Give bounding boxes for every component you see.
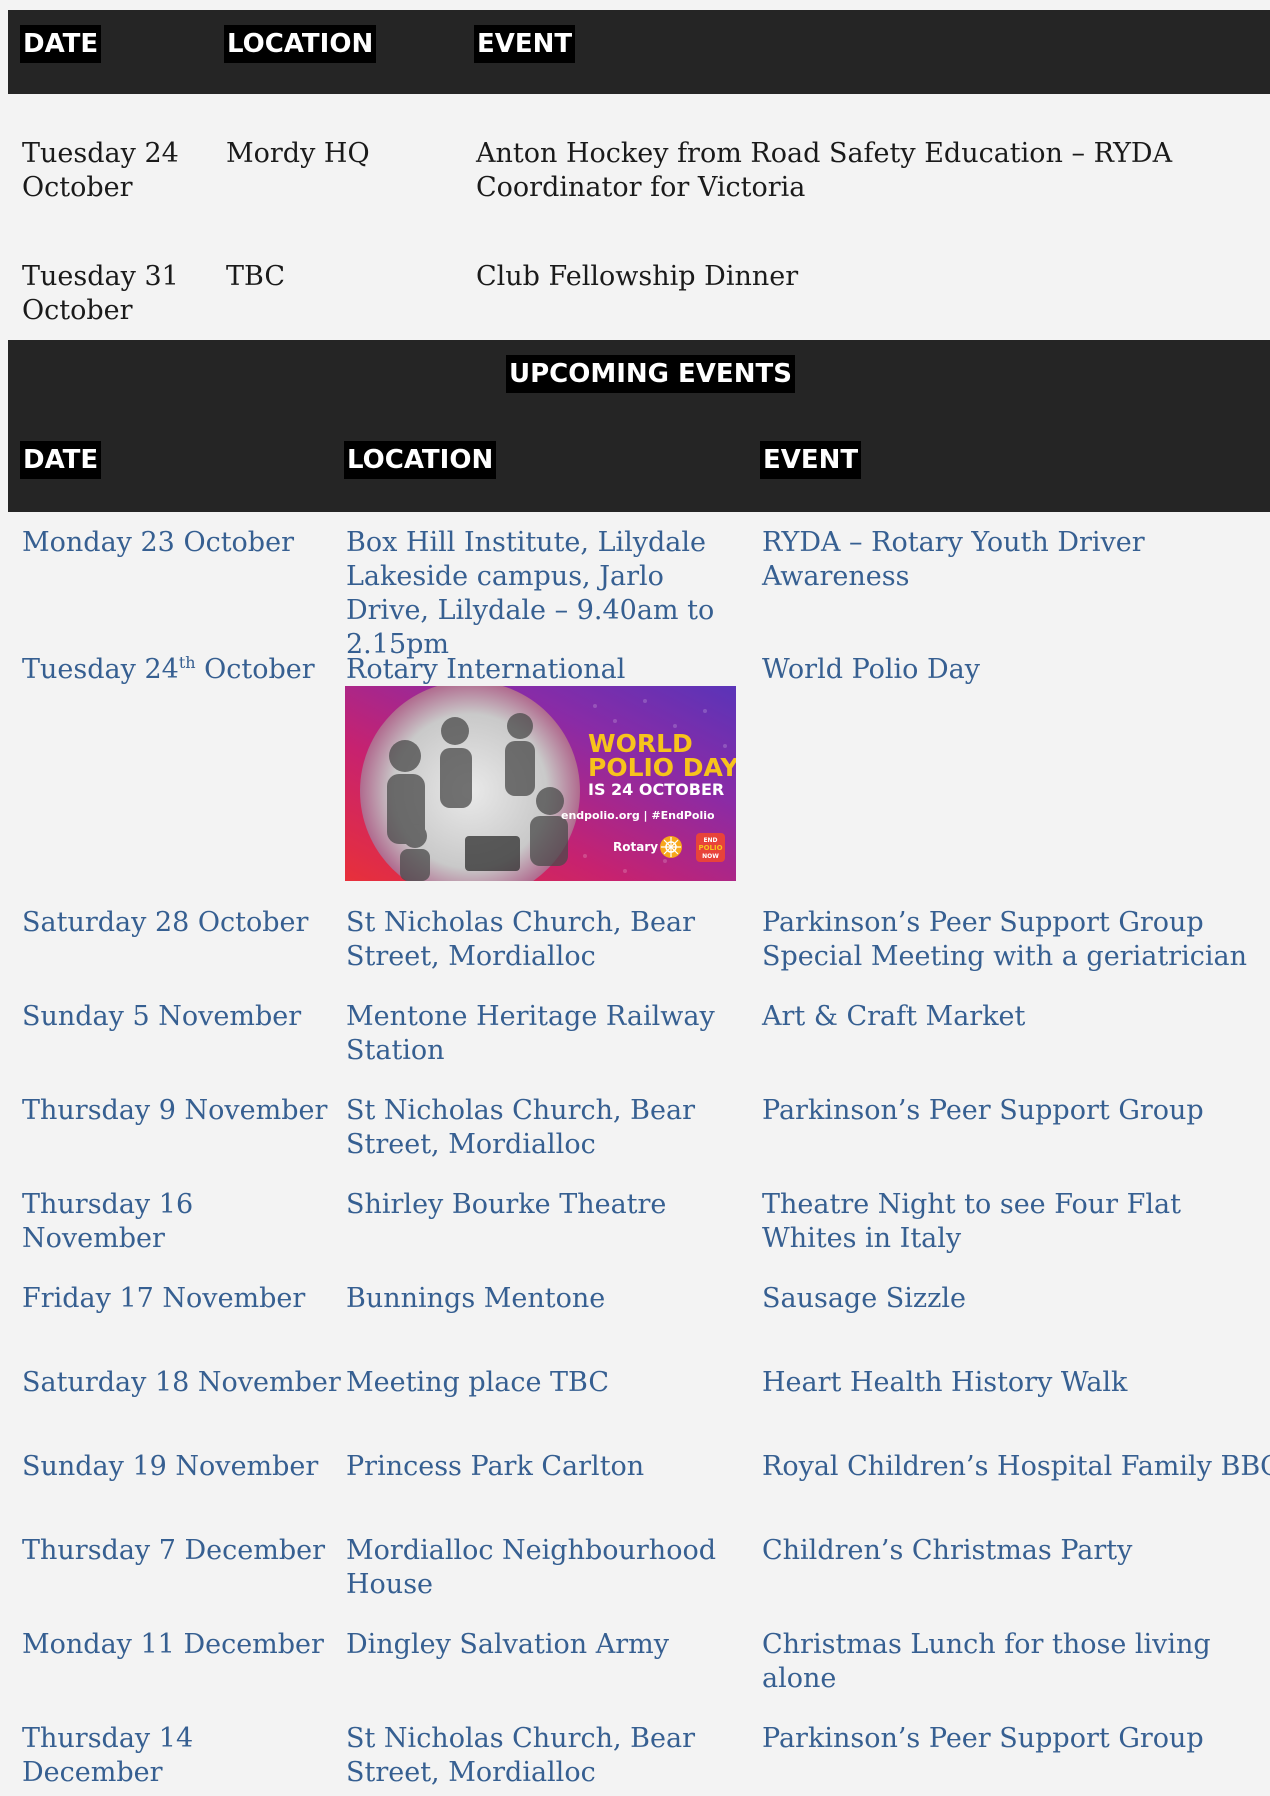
upcoming-row-location: Shirley Bourke Theatre — [346, 1189, 667, 1220]
upcoming-row-location: Mordialloc Neighbourhood House — [346, 1535, 716, 1600]
upcoming-row-event: Theatre Night to see Four Flat Whites in… — [762, 1189, 1181, 1254]
svg-text:POLIO: POLIO — [698, 844, 722, 852]
upcoming-title: UPCOMING EVENTS — [506, 355, 795, 393]
upcoming-row-location: Mentone Heritage Railway Station — [346, 1001, 715, 1066]
program-header-date: DATE — [20, 25, 102, 63]
upcoming-row-date: Thursday 7 December — [22, 1535, 326, 1566]
program-row-event: Anton Hockey from Road Safety Education … — [476, 138, 1173, 203]
world-polio-day-banner: WORLD POLIO DAY IS 24 OCTOBER endpolio.o… — [345, 681, 739, 901]
upcoming-row-event: Sausage Sizzle — [762, 1283, 966, 1314]
upcoming-row-date: Thursday 16 November — [22, 1189, 194, 1254]
upcoming-row-date: Saturday 18 November — [22, 1367, 341, 1398]
upcoming-row-location: Box Hill Institute, Lilydale Lakeside ca… — [346, 527, 715, 660]
program-row-location: Mordy HQ — [226, 138, 370, 169]
upcoming-row-event: World Polio Day — [762, 654, 981, 685]
program-row-event: Club Fellowship Dinner — [476, 261, 799, 292]
upcoming-row-date: Thursday 9 November — [22, 1095, 328, 1126]
upcoming-row-location: St Nicholas Church, Bear Street, Mordial… — [346, 1723, 695, 1788]
upcoming-row-date: Sunday 5 November — [22, 1001, 302, 1032]
polio-headline-3: IS 24 OCTOBER — [588, 780, 724, 799]
polio-headline-2: POLIO DAY — [588, 753, 736, 782]
svg-text:END: END — [703, 837, 717, 844]
upcoming-row-date: Thursday 14 December — [22, 1723, 194, 1788]
upcoming-row-event: Parkinson’s Peer Support Group — [762, 1095, 1204, 1126]
upcoming-row-date: Friday 17 November — [22, 1283, 306, 1314]
upcoming-row-event: Children’s Christmas Party — [762, 1535, 1133, 1566]
program-header-event: EVENT — [474, 25, 576, 63]
upcoming-row-event: Art & Craft Market — [762, 1001, 1026, 1032]
upcoming-row-event: Parkinson’s Peer Support Group — [762, 1723, 1204, 1754]
upcoming-row-event: Heart Health History Walk — [762, 1367, 1128, 1398]
upcoming-row-location: St Nicholas Church, Bear Street, Mordial… — [346, 907, 695, 972]
program-header-bar — [8, 10, 1270, 94]
program-row-location: TBC — [226, 261, 286, 292]
upcoming-row-event: RYDA – Rotary Youth Driver Awareness — [762, 527, 1145, 592]
upcoming-header-location: LOCATION — [344, 441, 497, 479]
upcoming-row-location: Dingley Salvation Army — [346, 1629, 669, 1660]
upcoming-row-location: Princess Park Carlton — [346, 1451, 645, 1482]
program-row-date: Tuesday 31 October — [22, 261, 179, 326]
svg-text:NOW: NOW — [702, 853, 719, 860]
upcoming-row-date: Monday 11 December — [22, 1629, 324, 1660]
rotary-brand-text: Rotary — [613, 840, 658, 854]
upcoming-row-location: St Nicholas Church, Bear Street, Mordial… — [346, 1095, 695, 1160]
polio-banner-graphic: WORLD POLIO DAY IS 24 OCTOBER endpolio.o… — [345, 681, 739, 901]
program-header-location: LOCATION — [224, 25, 377, 63]
upcoming-header-event: EVENT — [760, 441, 862, 479]
upcoming-row-location: Rotary International — [346, 654, 626, 685]
upcoming-row-date: Monday 23 October — [22, 527, 294, 558]
upcoming-row-location: Meeting place TBC — [346, 1367, 610, 1398]
end-polio-now-badge-icon: END POLIO NOW — [696, 833, 725, 862]
upcoming-header-date: DATE — [20, 441, 102, 479]
events-page: DATE LOCATION EVENT Tuesday 24 October M… — [0, 0, 1270, 1796]
upcoming-row-date: Sunday 19 November — [22, 1451, 319, 1482]
upcoming-row-event: Christmas Lunch for those living alone — [762, 1629, 1211, 1694]
upcoming-row-date: Tuesday 24th October — [22, 653, 315, 685]
upcoming-row-location: Bunnings Mentone — [346, 1283, 606, 1314]
program-row-date: Tuesday 24 October — [22, 138, 179, 203]
polio-web-text: endpolio.org | #EndPolio — [561, 809, 715, 822]
upcoming-row-event: Royal Children’s Hospital Family BBQ — [762, 1451, 1270, 1482]
upcoming-row-date: Saturday 28 October — [22, 907, 309, 938]
rotary-wheel-icon — [660, 836, 682, 858]
upcoming-row-event: Parkinson’s Peer Support Group Special M… — [762, 907, 1247, 972]
